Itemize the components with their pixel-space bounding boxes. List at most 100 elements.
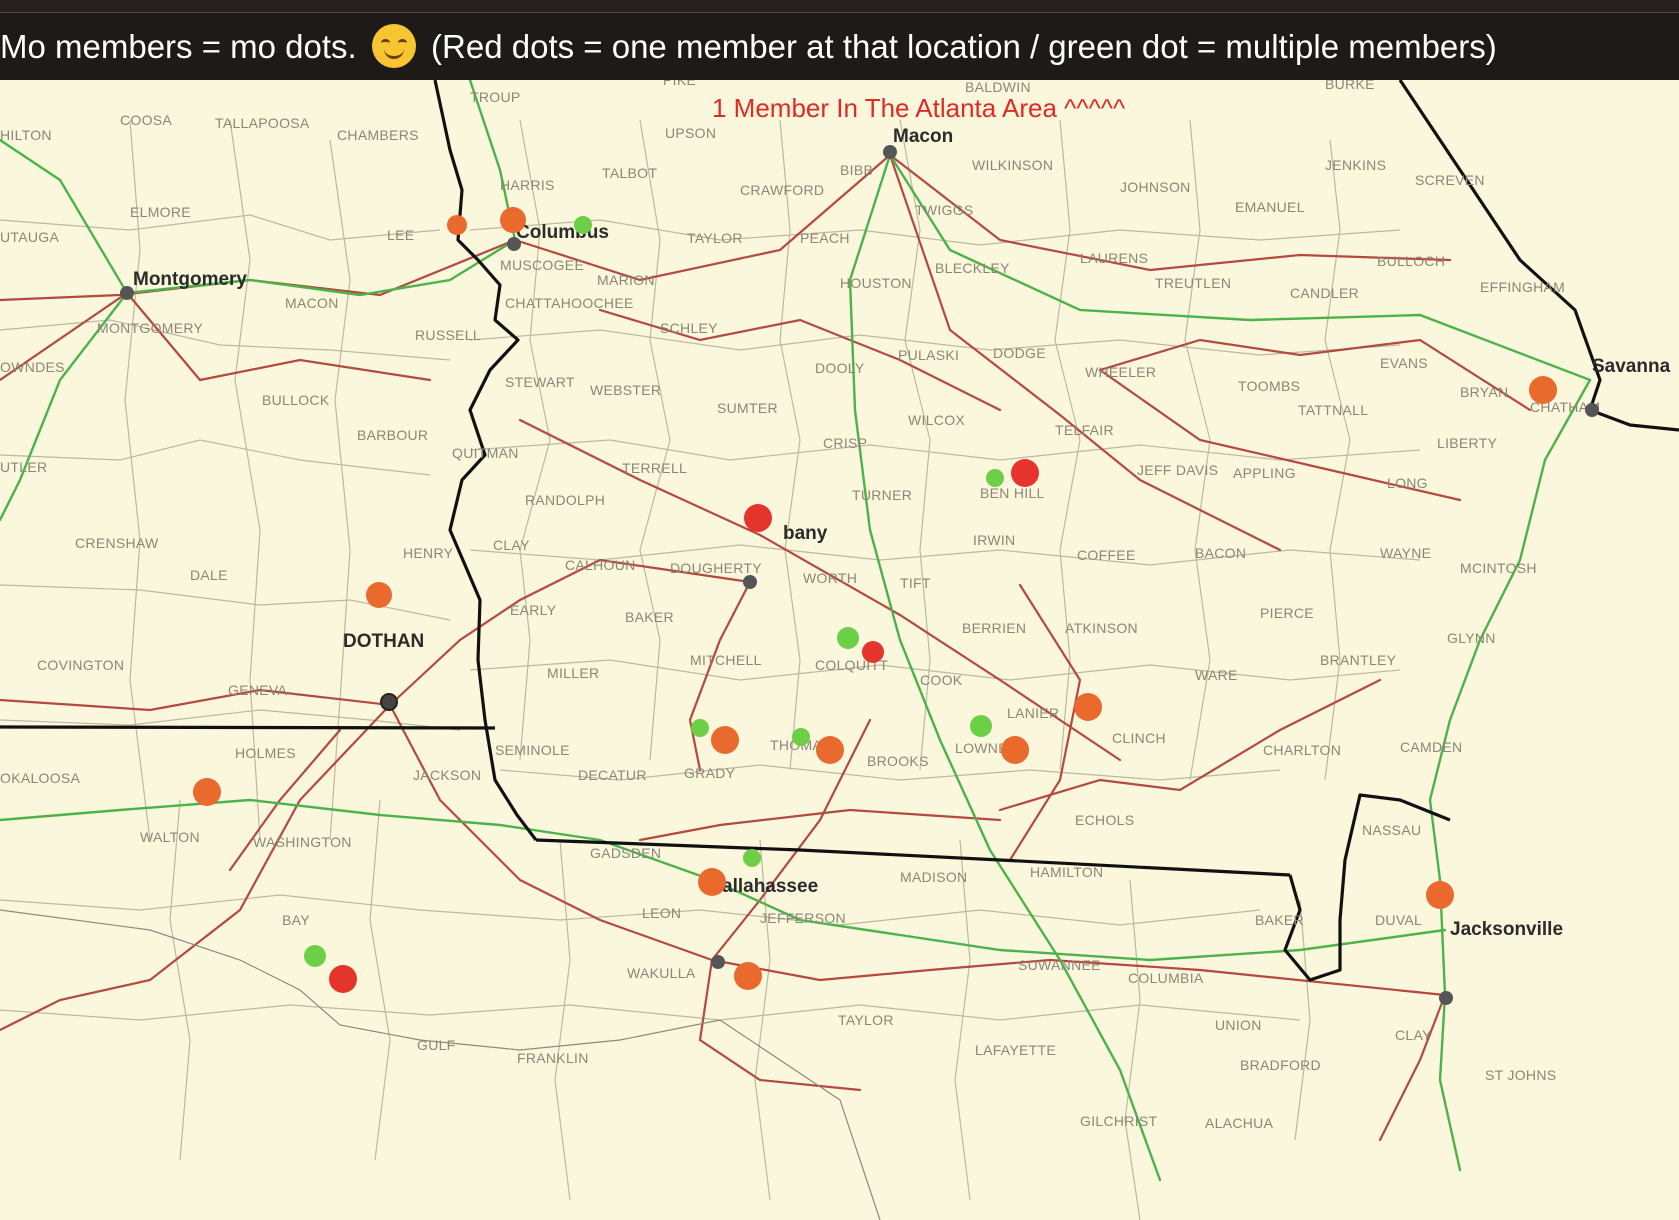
- county-label: UPSON: [665, 125, 716, 141]
- city-dot: [711, 955, 725, 969]
- county-label: STEWART: [505, 374, 575, 390]
- county-label: GENEVA: [228, 682, 287, 698]
- member-dot-multiple: [837, 627, 859, 649]
- county-label: PIKE: [663, 80, 696, 88]
- county-label: TATTNALL: [1298, 402, 1368, 418]
- smiling-face-icon: [371, 24, 416, 69]
- county-label: BRANTLEY: [1320, 652, 1397, 668]
- county-label: WAYNE: [1380, 545, 1431, 561]
- city-label-macon: Macon: [893, 126, 953, 147]
- county-label: CHATTAHOOCHEE: [505, 295, 634, 311]
- member-dot-single: [816, 736, 844, 764]
- county-label: APPLING: [1233, 465, 1296, 481]
- county-label: DODGE: [993, 345, 1046, 361]
- county-label: RANDOLPH: [525, 492, 605, 508]
- member-dot-single: [447, 215, 467, 235]
- county-label: CANDLER: [1290, 285, 1359, 301]
- county-label: MCINTOSH: [1460, 560, 1537, 576]
- city-dot: [1439, 991, 1453, 1005]
- county-label: TURNER: [852, 487, 912, 503]
- county-label: DALE: [190, 567, 228, 583]
- county-label: PIERCE: [1260, 605, 1314, 621]
- county-label: HARRIS: [500, 177, 555, 193]
- county-label: JACKSON: [413, 767, 481, 783]
- city-label-tallahassee: allahassee: [722, 876, 818, 897]
- county-label: CALHOUN: [565, 557, 636, 573]
- county-label: TAYLOR: [687, 230, 743, 246]
- member-dot-single: [1074, 693, 1102, 721]
- county-label: ATKINSON: [1065, 620, 1138, 636]
- county-label: WORTH: [803, 570, 857, 586]
- county-label: OWNDES: [0, 359, 65, 375]
- county-label: COOK: [920, 672, 963, 688]
- county-label: LIBERTY: [1437, 435, 1498, 451]
- member-dot-multiple: [304, 945, 326, 967]
- county-label: BARBOUR: [357, 427, 428, 443]
- county-label: BERRIEN: [962, 620, 1026, 636]
- member-dot-multiple: [691, 719, 709, 737]
- county-label: WEBSTER: [590, 382, 661, 398]
- county-label: BLECKLEY: [935, 260, 1010, 276]
- county-label: MILLER: [547, 665, 599, 681]
- county-label: TROUP: [470, 89, 521, 105]
- county-label: WAKULLA: [627, 965, 696, 981]
- screenshot-frame: Mo members = mo dots. (Red dots = one me…: [0, 0, 1679, 1220]
- county-label: BAY: [282, 912, 310, 928]
- county-label: WILCOX: [908, 412, 965, 428]
- county-label: LAFAYETTE: [975, 1042, 1056, 1058]
- county-label: EFFINGHAM: [1480, 279, 1565, 295]
- county-label: NASSAU: [1362, 822, 1421, 838]
- county-label: WALTON: [140, 829, 200, 845]
- county-label: JENKINS: [1325, 157, 1386, 173]
- county-label: RUSSELL: [415, 327, 481, 343]
- county-label: SCHLEY: [660, 320, 718, 336]
- member-dot-single: [329, 965, 357, 993]
- county-label: DOOLY: [815, 360, 865, 376]
- county-label: ALACHUA: [1205, 1115, 1274, 1131]
- county-label: WHEELER: [1085, 364, 1156, 380]
- member-dot-single: [862, 641, 884, 663]
- county-label: MADISON: [900, 869, 967, 885]
- county-label: PEACH: [800, 230, 850, 246]
- county-label: ECHOLS: [1075, 812, 1134, 828]
- county-label: GADSDEN: [590, 845, 661, 861]
- county-label: CHAMBERS: [337, 127, 419, 143]
- county-label: ST JOHNS: [1485, 1067, 1556, 1083]
- county-label: COFFEE: [1077, 547, 1136, 563]
- county-label: TAYLOR: [838, 1012, 894, 1028]
- county-label: COLUMBIA: [1128, 970, 1204, 986]
- county-label: CRAWFORD: [740, 182, 824, 198]
- county-label: ELMORE: [130, 204, 191, 220]
- caption-text-after: (Red dots = one member at that location …: [431, 28, 1497, 65]
- city-dot: [120, 286, 134, 300]
- member-dot-single: [744, 504, 772, 532]
- city-label-montgomery: Montgomery: [133, 269, 247, 290]
- county-label: HOUSTON: [840, 275, 912, 291]
- county-label: LONG: [1387, 475, 1428, 491]
- county-label: BEN HILL: [980, 485, 1045, 501]
- city-label-jacksonville: Jacksonville: [1450, 919, 1563, 940]
- county-label: BULLOCK: [262, 392, 330, 408]
- atlanta-annotation: 1 Member In The Atlanta Area ^^^^^: [712, 93, 1126, 123]
- county-label: JOHNSON: [1120, 179, 1191, 195]
- member-dot-multiple: [792, 728, 810, 746]
- county-label: UTLER: [0, 459, 47, 475]
- county-label: MARION: [597, 272, 655, 288]
- county-label: COOSA: [120, 112, 172, 128]
- county-label: CRENSHAW: [75, 535, 159, 551]
- county-label: TREUTLEN: [1155, 275, 1231, 291]
- county-label: HAMILTON: [1030, 864, 1103, 880]
- member-dot-single: [366, 582, 392, 608]
- member-dot-single: [500, 207, 526, 233]
- county-label: GILCHRIST: [1080, 1113, 1158, 1129]
- county-label: DUVAL: [1375, 912, 1422, 928]
- county-label: WILKINSON: [972, 157, 1053, 173]
- county-label: CHARLTON: [1263, 742, 1341, 758]
- caption-text-before: Mo members = mo dots.: [0, 28, 357, 65]
- county-label: BACON: [1195, 545, 1246, 561]
- county-label: SCREVEN: [1415, 172, 1485, 188]
- county-label: EMANUEL: [1235, 199, 1305, 215]
- county-label: FRANKLIN: [517, 1050, 589, 1066]
- county-label: HOLMES: [235, 745, 296, 761]
- city-dot: [1585, 403, 1599, 417]
